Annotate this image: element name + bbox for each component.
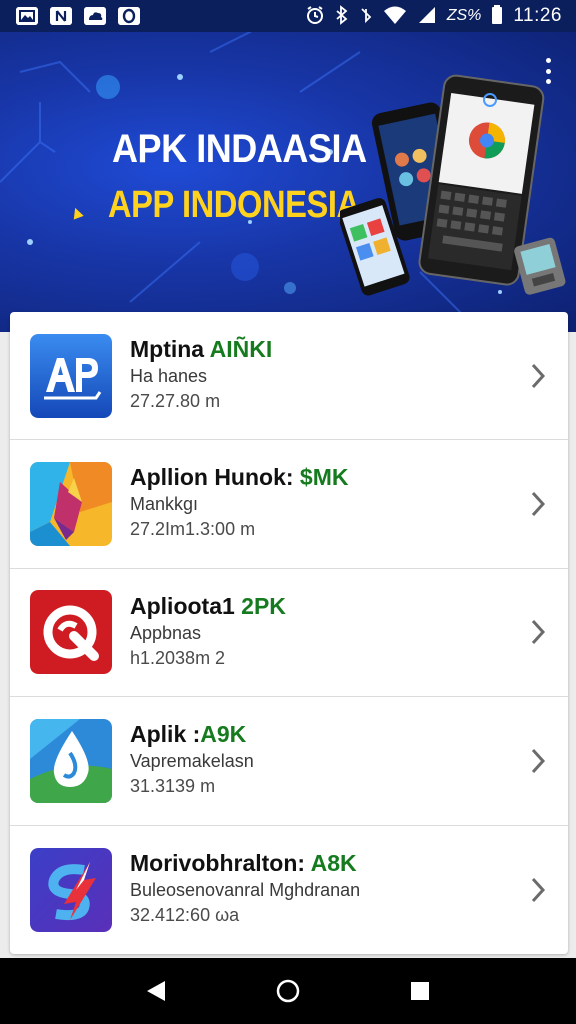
app-subtitle: Ha hanes: [130, 366, 208, 386]
app-name: Morivobhralton: A8K: [130, 850, 357, 877]
app-list-item[interactable]: Aplioota1 2PK Appbnas h1.2038m 2: [10, 569, 568, 698]
app-name-badge: $MK: [299, 464, 349, 491]
app-name-text: Aplik :: [130, 721, 201, 748]
app-list-item[interactable]: Morivobhralton: A8K Buleosenovanral Mghd…: [10, 826, 568, 954]
bluetooth-icon: [335, 4, 349, 28]
app-subtitle: Appbnas: [130, 622, 202, 643]
opera-icon: [118, 7, 140, 25]
banner-subtitle: APP INDONESIA: [108, 184, 360, 226]
navigation-bar: [0, 958, 576, 1024]
app-name-text: Aplioota1: [130, 592, 235, 619]
app-list-item[interactable]: Apllion Hunok: $MK Mankkgı 27.2Im1.3:00 …: [10, 440, 568, 569]
wifi-icon: [383, 5, 407, 28]
phones-illustration-icon: [340, 74, 566, 296]
home-circle-icon: [276, 979, 300, 1003]
promo-banner[interactable]: APK INDAASIA ▲ APP INDONESIA: [0, 32, 576, 332]
app-name: Aplioota1 2PK: [130, 593, 286, 620]
app-meta: 32.412:60 ωa: [130, 904, 240, 925]
chevron-right-icon: [531, 620, 546, 645]
app-name-text: Apllion Hunok:: [130, 464, 300, 491]
notification-icons: [16, 7, 140, 25]
chevron-right-icon: [531, 748, 546, 773]
app-info: Aplioota1 2PK Appbnas h1.2038m 2: [130, 569, 508, 696]
app-name: Mptina AIÑKI: [130, 336, 272, 363]
home-button[interactable]: [272, 975, 304, 1007]
app-meta: h1.2038m 2: [130, 647, 226, 668]
chevron-right-icon: [531, 877, 546, 902]
app-info: Morivobhralton: A8K Buleosenovanral Mghd…: [130, 826, 508, 954]
app-name-badge: 2PK: [234, 592, 286, 619]
app-meta: 27.27.80 m: [130, 391, 221, 411]
red-q-icon: [30, 590, 112, 675]
app-name-badge: AIÑKI: [209, 336, 273, 362]
s-arrow-icon: [30, 847, 112, 932]
app-subtitle: Buleosenovanral Mghdranan: [130, 879, 361, 900]
app-list-item[interactable]: Aplik :A9K Vapremakelasn 31.3139 m: [10, 697, 568, 826]
chevron-right-icon: [531, 363, 546, 388]
banner-title: APK INDAASIA: [112, 127, 367, 171]
clock: 11:26: [513, 5, 562, 26]
colorful-bird-icon: [30, 462, 112, 547]
app-name-badge: A9K: [200, 721, 247, 748]
recents-button[interactable]: [404, 975, 436, 1007]
app-name: Aplik :A9K: [130, 721, 246, 748]
cell-signal-icon: [417, 5, 437, 28]
app-meta: 27.2Im1.3:00 m: [130, 519, 256, 540]
system-status: ZS% 11:26: [305, 4, 562, 28]
back-triangle-icon: [147, 981, 165, 1001]
cloud-icon: [84, 7, 106, 25]
app-name-text: Mptina: [130, 336, 210, 362]
water-drop-icon: [30, 718, 112, 803]
nfc-icon: [50, 7, 72, 25]
app-name-text: Morivobhralton:: [130, 849, 311, 876]
app-name-badge: A8K: [310, 849, 357, 876]
status-bar: ZS% 11:26: [0, 0, 576, 32]
alarm-icon: [305, 5, 325, 28]
app-subtitle: Mankkgı: [130, 494, 199, 515]
app-info: Aplik :A9K Vapremakelasn 31.3139 m: [130, 697, 508, 824]
battery-icon: [491, 4, 503, 28]
ap-logo-icon: [30, 333, 112, 418]
app-info: Mptina AIÑKI Ha hanes 27.27.80 m: [130, 312, 508, 439]
app-list: Mptina AIÑKI Ha hanes 27.27.80 m Apllion…: [10, 312, 568, 954]
app-meta: 31.3139 m: [130, 776, 216, 797]
recents-square-icon: [411, 982, 429, 1000]
app-info: Apllion Hunok: $MK Mankkgı 27.2Im1.3:00 …: [130, 440, 508, 567]
app-list-item[interactable]: Mptina AIÑKI Ha hanes 27.27.80 m: [10, 312, 568, 441]
battery-percent: ZS%: [446, 7, 482, 24]
app-name: Apllion Hunok: $MK: [130, 464, 348, 491]
app-subtitle: Vapremakelasn: [130, 751, 254, 772]
chevron-right-icon: [531, 492, 546, 517]
photo-icon: [16, 7, 38, 25]
vibrate-icon: [359, 5, 373, 28]
back-button[interactable]: [140, 975, 172, 1007]
overflow-menu-icon[interactable]: [536, 56, 560, 86]
